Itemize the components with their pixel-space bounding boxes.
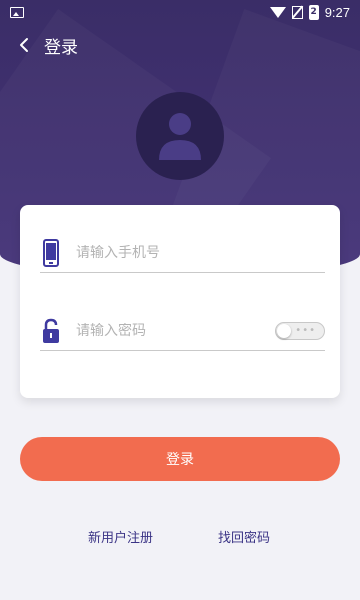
toggle-knob [277, 323, 291, 338]
phone-input[interactable] [76, 244, 325, 261]
password-input[interactable] [76, 322, 269, 339]
back-button[interactable] [6, 24, 42, 66]
status-time: 9:27 [324, 4, 350, 20]
user-icon [159, 113, 201, 160]
top-bar: 登录 [0, 24, 360, 66]
login-button[interactable]: 登录 [20, 437, 340, 481]
show-password-toggle[interactable]: ••• [275, 321, 325, 340]
password-field: ••• [40, 311, 325, 351]
phone-icon [40, 238, 62, 268]
chevron-left-icon [20, 38, 28, 52]
no-sim-icon [291, 5, 303, 19]
wifi-icon [269, 6, 286, 18]
hidden-dots-icon: ••• [295, 324, 316, 336]
battery-icon: 2 [308, 4, 319, 20]
phone-field [40, 233, 325, 273]
image-notification-icon [10, 6, 24, 18]
register-link[interactable]: 新用户注册 [88, 527, 153, 546]
bottom-links: 新用户注册 找回密码 [0, 527, 360, 547]
login-form-card: ••• [20, 205, 340, 398]
lock-icon [40, 316, 62, 346]
page-title: 登录 [44, 37, 78, 58]
forgot-password-link[interactable]: 找回密码 [218, 527, 270, 546]
status-bar: 2 9:27 [0, 0, 360, 24]
avatar [136, 92, 224, 180]
